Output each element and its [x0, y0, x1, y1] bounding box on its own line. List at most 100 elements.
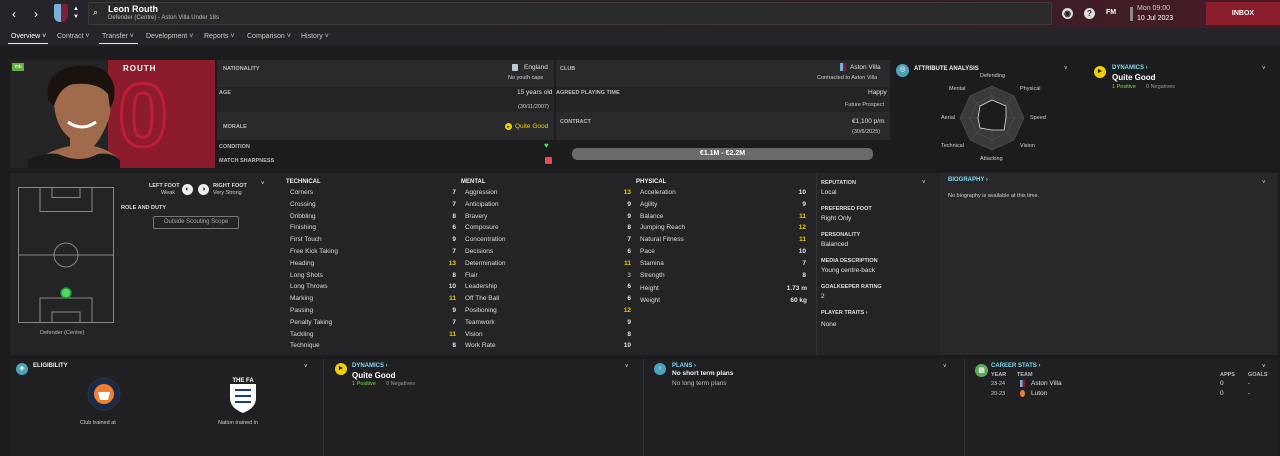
player-search-box[interactable] [88, 2, 1052, 25]
physical-attr-name: Acceleration [640, 189, 676, 196]
mental-attr-name: Work Rate [465, 342, 496, 350]
mental-attr-name: Off The Ball [465, 295, 500, 303]
eligibility-menu-icon[interactable]: ˅ [304, 364, 308, 370]
youth-badge: Yth [12, 63, 24, 71]
mental-attr-name: Vision [465, 330, 483, 338]
future-prospect: Future Prospect [845, 102, 885, 108]
radar-label-mental: Mental [949, 86, 966, 92]
dynamics-bottom-menu-icon[interactable]: ˅ [625, 364, 629, 370]
plans-link[interactable]: PLANS › [672, 363, 696, 369]
technical-attr-name: Finishing [290, 224, 317, 232]
player-photo [28, 65, 120, 168]
dynamics-menu-icon[interactable]: ˅ [1262, 66, 1266, 72]
outside-scouting-button[interactable]: Outside Scouting Scope [153, 216, 239, 229]
reputation-label: REPUTATION [821, 180, 856, 186]
career-row-team[interactable]: Aston Villa [1031, 380, 1062, 387]
happy-value: Happy [868, 89, 887, 96]
weight-value: 60 kg [790, 297, 807, 304]
mental-attr-name: Decisions [465, 248, 494, 255]
tab-overview[interactable]: Overview ˅ [11, 33, 46, 40]
morale-value[interactable]: Quite Good [515, 123, 548, 130]
morale-icon: ► [505, 123, 512, 130]
tab-development[interactable]: Development ˅ [146, 33, 193, 40]
contracted-to: Contracted to Aston Villa [817, 75, 878, 81]
sharpness-icon [545, 157, 552, 164]
technical-attr-name: Free Kick Taking [290, 248, 338, 255]
tab-contract[interactable]: Contract ˅ [57, 33, 90, 40]
club-value[interactable]: Aston Villa [850, 64, 881, 71]
biography-link[interactable]: BIOGRAPHY › [948, 177, 988, 183]
mental-header: MENTAL [461, 179, 486, 185]
dynamics-bottom-link[interactable]: DYNAMICS › [352, 363, 388, 369]
age-label: AGE [219, 90, 231, 96]
tab-overview-underline [8, 43, 48, 44]
mental-attr-value: 13 [623, 189, 631, 196]
eligibility-title: ELIGIBILITY [33, 363, 68, 369]
physical-attr-value: 12 [798, 224, 806, 232]
attribute-analysis-menu-icon[interactable]: ˅ [1064, 66, 1068, 72]
player-traits-link[interactable]: PLAYER TRAITS › [821, 310, 868, 316]
physical-attr-name: Stamina [640, 259, 664, 267]
career-goals-header: GOALS [1248, 372, 1268, 378]
plans-menu-icon[interactable]: ˅ [943, 364, 947, 370]
career-menu-icon[interactable]: ˅ [1262, 364, 1266, 370]
tab-reports[interactable]: Reports ˅ [204, 33, 235, 40]
tab-transfer[interactable]: Transfer ˅ [102, 33, 134, 40]
dynamics-link[interactable]: DYNAMICS › [1112, 65, 1148, 71]
tab-history[interactable]: History ˅ [301, 33, 329, 40]
sharpness-label: MATCH SHARPNESS [219, 158, 275, 164]
technical-attr-name: Corners [290, 189, 314, 196]
mental-attr-value: 11 [624, 259, 631, 267]
role-duty-label: ROLE AND DUTY [121, 205, 167, 211]
career-year-header: YEAR [991, 372, 1007, 378]
club-crest-small-icon [840, 63, 846, 71]
eligibility-icon: ◈ [16, 363, 28, 375]
mental-attr-name: Flair [465, 271, 478, 279]
nationality-value[interactable]: England [524, 64, 548, 71]
bottom-section [10, 359, 1278, 456]
search-icon[interactable]: ⌕ [93, 7, 98, 18]
career-row-team[interactable]: Luton [1031, 390, 1047, 397]
fm-button[interactable]: FM [1106, 9, 1116, 16]
technical-attr-name: Passing [290, 307, 314, 314]
mental-attr-value: 8 [627, 330, 631, 338]
radar-label-technical: Technical [941, 143, 964, 149]
forward-arrow-icon[interactable]: › [28, 6, 44, 22]
aston-villa-icon [1020, 380, 1025, 387]
help-icon[interactable]: ? [1084, 8, 1095, 19]
career-stats-link[interactable]: CAREER STATS › [991, 363, 1040, 369]
morale-label: MORALE [223, 124, 247, 130]
tab-comparison[interactable]: Comparison ˅ [247, 33, 291, 40]
contract-row [556, 112, 890, 140]
physical-attr-value: 8 [802, 271, 806, 279]
radar-label-speed: Speed [1030, 115, 1046, 121]
inbox-button[interactable]: INBOX [1206, 2, 1280, 25]
contract-end: (30/6/2025) [852, 129, 881, 135]
technical-attr-value: 8 [452, 212, 456, 220]
cycle-arrows-icon[interactable]: ▲ ▼ [72, 5, 80, 21]
technical-attr-name: Crossing [290, 200, 316, 208]
biography-menu-icon[interactable]: ˅ [1262, 180, 1266, 186]
pitch-menu-icon[interactable]: ˅ [261, 181, 265, 187]
dynamics-bottom-positive: 1 Positive [352, 381, 376, 387]
details-menu-icon[interactable]: ˅ [922, 180, 926, 186]
technical-attr-value: 7 [452, 318, 456, 326]
media-description-label: MEDIA DESCRIPTION [821, 258, 878, 264]
career-row-apps: 0 [1220, 380, 1224, 387]
back-arrow-icon[interactable]: ‹ [6, 6, 22, 22]
physical-attr-value: 11 [799, 212, 806, 220]
game-date[interactable]: 10 Jul 2023 [1137, 15, 1173, 22]
radar-label-physical: Physical [1020, 86, 1041, 92]
luton-crest-icon[interactable] [86, 374, 122, 414]
goalkeeper-rating-value: 2 [821, 293, 825, 300]
radar-label-defending: Defending [980, 73, 1006, 79]
club-crest-icon[interactable] [54, 4, 68, 22]
mental-attr-name: Determination [465, 259, 506, 267]
technical-attr-value: 10 [448, 283, 456, 291]
plans-icon: › [654, 363, 666, 375]
fa-crest-icon[interactable]: THE FA [228, 374, 258, 414]
technical-attr-value: 7 [452, 200, 456, 208]
morale-row [217, 112, 554, 140]
world-icon[interactable]: ◉ [1062, 8, 1073, 19]
physical-attr-name: Strength [640, 271, 665, 279]
